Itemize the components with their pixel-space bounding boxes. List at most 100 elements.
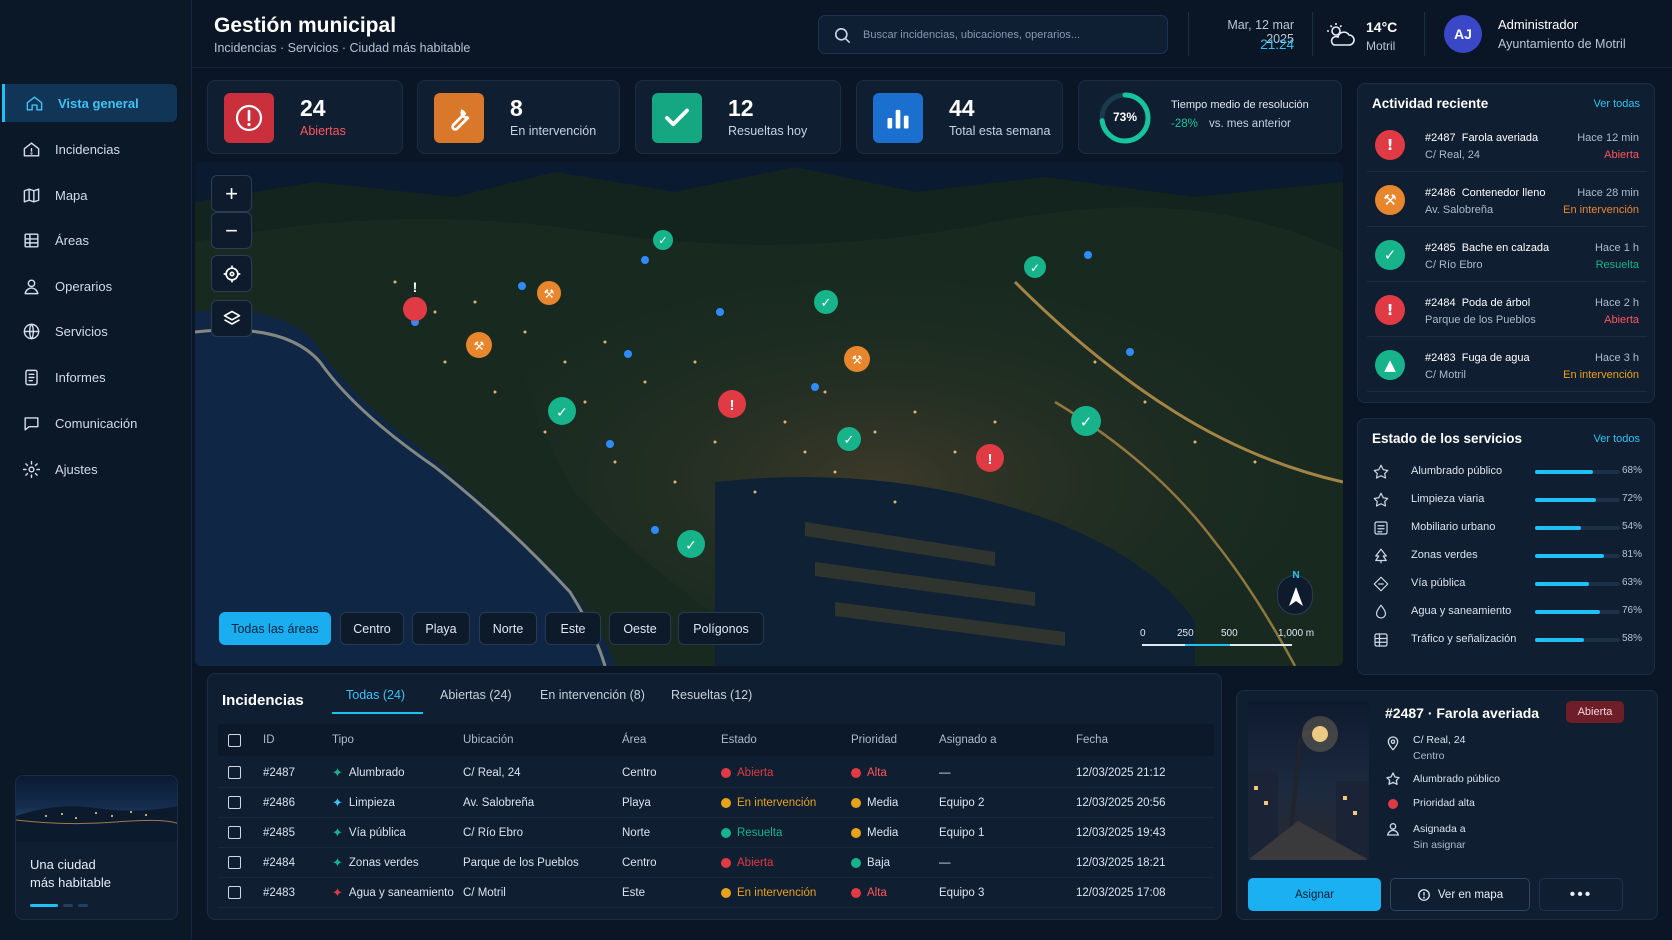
- service-row[interactable]: Alumbrado público 68%: [1372, 462, 1642, 482]
- row-checkbox[interactable]: [228, 826, 241, 839]
- cell-area: Este: [622, 886, 646, 899]
- column-header[interactable]: Prioridad: [851, 724, 897, 756]
- tab-en-intervencion[interactable]: En intervención (8): [540, 688, 645, 712]
- user-name[interactable]: Administrador: [1498, 17, 1578, 32]
- stat-card-total-semana[interactable]: 44 Total esta semana: [856, 80, 1063, 154]
- tab-resueltas[interactable]: Resueltas (12): [671, 688, 752, 712]
- search-input[interactable]: Buscar incidencias, ubicaciones, operari…: [818, 15, 1168, 54]
- lightbulb-icon: [1386, 772, 1400, 785]
- column-header[interactable]: Fecha: [1076, 724, 1108, 756]
- column-header[interactable]: ID: [263, 724, 275, 756]
- stat-card-en-intervencion[interactable]: 8 En intervención: [417, 80, 620, 154]
- compass-button[interactable]: N: [1277, 570, 1313, 615]
- zoom-in-button[interactable]: +: [211, 175, 252, 212]
- table-row[interactable]: #2483 ✦ Agua y saneamiento C/ Motril Este En …: [218, 878, 1214, 908]
- service-row[interactable]: Tráfico y señalización 58%: [1372, 630, 1642, 650]
- sidebar-item-informes[interactable]: Informes: [2, 358, 177, 396]
- map-pin-resolved[interactable]: ✓: [548, 397, 576, 425]
- row-checkbox[interactable]: [228, 886, 241, 899]
- row-checkbox[interactable]: [228, 766, 241, 779]
- scale-tick: 250: [1177, 628, 1194, 639]
- activity-item[interactable]: ! #2487 Farola averiada C/ Real, 24 Hace 12…: [1367, 120, 1647, 172]
- resolution-time-card[interactable]: 73% Tiempo medio de resolución -28% vs. …: [1078, 80, 1342, 154]
- column-header[interactable]: Área: [622, 724, 646, 756]
- map-canvas[interactable]: ! ! ! ⚒ ⚒ ⚒ ✓ ✓ ✓ ✓ ✓ ✓ ✓: [195, 162, 1343, 666]
- table-row[interactable]: #2485 ✦ Vía pública C/ Río Ebro Norte Resuelt…: [218, 818, 1214, 848]
- sidebar-item-servicios[interactable]: Servicios: [2, 312, 177, 350]
- carousel-dot[interactable]: [78, 904, 88, 907]
- map-pin-resolved[interactable]: ✓: [677, 530, 705, 558]
- carousel-dot[interactable]: [30, 904, 58, 907]
- filter-chip-este[interactable]: Este: [545, 612, 601, 645]
- map-pin-resolved[interactable]: ✓: [814, 290, 838, 314]
- column-header[interactable]: Estado: [721, 724, 757, 756]
- row-checkbox[interactable]: [228, 796, 241, 809]
- city-map[interactable]: ! ! ! ⚒ ⚒ ⚒ ✓ ✓ ✓ ✓ ✓ ✓ ✓: [195, 162, 1343, 666]
- activity-item[interactable]: ⚒ #2486 Contenedor lleno Av. Salobreña Hace…: [1367, 175, 1647, 227]
- activity-view-all-link[interactable]: Ver todas: [1594, 98, 1640, 110]
- stat-card-abiertas[interactable]: 24 Abiertas: [207, 80, 403, 154]
- map-pin-resolved[interactable]: ✓: [653, 230, 673, 250]
- sidebar-item-ajustes[interactable]: Ajustes: [2, 450, 177, 488]
- map-pin-resolved[interactable]: ✓: [1024, 256, 1046, 278]
- user-icon: [24, 278, 39, 294]
- service-row[interactable]: Limpieza viaria 72%: [1372, 490, 1642, 510]
- filter-chip-centro[interactable]: Centro: [340, 612, 404, 645]
- resolution-label: Tiempo medio de resolución: [1171, 99, 1309, 111]
- activity-item[interactable]: ! #2484 Poda de árbol Parque de los Pueblo…: [1367, 285, 1647, 337]
- map-pin-in-progress[interactable]: ⚒: [844, 346, 870, 372]
- svg-text:✓: ✓: [556, 405, 568, 421]
- sidebar-item-vista-general[interactable]: Vista general: [2, 84, 177, 122]
- filter-chip-todas[interactable]: Todas las áreas: [219, 612, 331, 645]
- map-pin-open[interactable]: !: [976, 444, 1004, 472]
- service-row[interactable]: Agua y saneamiento 76%: [1372, 602, 1642, 622]
- map-pin-in-progress[interactable]: ⚒: [466, 332, 492, 358]
- service-row[interactable]: Zonas verdes 81%: [1372, 546, 1642, 566]
- row-checkbox[interactable]: [228, 856, 241, 869]
- sidebar-item-incidencias[interactable]: Incidencias: [2, 130, 177, 168]
- carousel-dots[interactable]: [30, 904, 88, 907]
- column-header[interactable]: Ubicación: [463, 724, 514, 756]
- sidebar-item-operarios[interactable]: Operarios: [2, 267, 177, 305]
- tab-abiertas[interactable]: Abiertas (24): [440, 688, 512, 712]
- map-pin-open[interactable]: !: [718, 390, 746, 418]
- column-header[interactable]: Tipo: [332, 724, 354, 756]
- filter-chip-poligonos[interactable]: Polígonos: [678, 612, 764, 645]
- services-view-all-link[interactable]: Ver todos: [1594, 433, 1640, 445]
- zoom-out-button[interactable]: −: [211, 212, 252, 249]
- tab-todas[interactable]: Todas (24): [332, 688, 424, 714]
- service-row[interactable]: Mobiliario urbano 54%: [1372, 518, 1642, 538]
- service-percent: 54%: [1621, 521, 1642, 532]
- sidebar-item-comunicacion[interactable]: Comunicación: [2, 404, 177, 442]
- table-row[interactable]: #2484 ✦ Zonas verdes Parque de los Pueblos C…: [218, 848, 1214, 878]
- carousel-dot[interactable]: [63, 904, 73, 907]
- filter-chip-playa[interactable]: Playa: [412, 612, 470, 645]
- locate-button[interactable]: [211, 255, 252, 292]
- assign-button[interactable]: Asignar: [1248, 878, 1381, 911]
- filter-chip-norte[interactable]: Norte: [479, 612, 537, 645]
- map-pin-resolved[interactable]: ✓: [1071, 406, 1101, 436]
- wrench-icon: [434, 93, 484, 143]
- map-pin-in-progress[interactable]: ⚒: [537, 281, 561, 305]
- sidebar-item-areas[interactable]: Áreas: [2, 221, 177, 259]
- cell-date: 12/03/2025 21:12: [1076, 766, 1166, 779]
- activity-item[interactable]: ▲ #2483 Fuga de agua C/ Motril Hace 3 h En i…: [1367, 340, 1647, 392]
- stat-card-resueltas[interactable]: 12 Resueltas hoy: [635, 80, 841, 154]
- map-pin-resolved[interactable]: ✓: [837, 427, 861, 451]
- layers-button[interactable]: [211, 300, 252, 337]
- service-row[interactable]: Vía pública 63%: [1372, 574, 1642, 594]
- more-options-button[interactable]: •••: [1539, 878, 1623, 911]
- select-all-checkbox[interactable]: [228, 733, 241, 747]
- table-row[interactable]: #2486 ✦ Limpieza Av. Salobreña Playa En inter…: [218, 788, 1214, 818]
- sidebar-item-mapa[interactable]: Mapa: [2, 176, 177, 214]
- priority-dot: [1388, 799, 1398, 809]
- cell-type: Zonas verdes: [348, 856, 419, 869]
- table-row[interactable]: #2487 ✦ Alumbrado C/ Real, 24 Centro Abierta A…: [218, 758, 1214, 788]
- activity-location: Av. Salobreña: [1425, 204, 1494, 216]
- avatar[interactable]: AJ: [1444, 15, 1482, 53]
- column-header[interactable]: Asignado a: [939, 724, 997, 756]
- view-on-map-button[interactable]: Ver en mapa: [1390, 878, 1530, 911]
- activity-item[interactable]: ✓ #2485 Bache en calzada C/ Río Ebro Hace 1…: [1367, 230, 1647, 282]
- filter-chip-oeste[interactable]: Oeste: [609, 612, 671, 645]
- promo-card[interactable]: Una ciudad más habitable: [15, 775, 178, 920]
